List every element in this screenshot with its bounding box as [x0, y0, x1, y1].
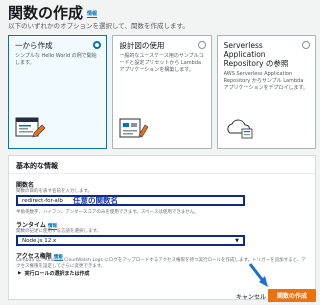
function-name-rule: 半角英数字、ハイフン、アンダースコアのみを使用できます。スペースは使用できません… — [16, 210, 199, 215]
create-function-button[interactable]: 関数の作成 — [268, 289, 316, 302]
option-use-blueprint[interactable]: 設計図の使用 一般的なユースケース用のサンプルコードと設定プリセットから Lam… — [112, 35, 212, 149]
function-name-hint: 関数の目的を表す名前を入力します。 — [16, 189, 93, 194]
radio-unselected[interactable] — [197, 41, 206, 49]
info-link[interactable]: 情報 — [87, 11, 98, 18]
runtime-value: Node.js 12.x — [22, 237, 57, 244]
function-name-input[interactable]: redirect-for-alb — [16, 195, 245, 206]
code-editor-icon — [15, 117, 46, 138]
option-browse-serverless-repo[interactable]: Serverless Application Repository の参照 AW… — [216, 35, 316, 149]
expander-label: 実行ロールの選択または作成 — [24, 271, 90, 277]
option-title: Serverless Application Repository の参照 — [223, 41, 289, 68]
option-author-from-scratch[interactable]: 一から作成 シンプルな Hello World の例で開始します。 — [8, 35, 108, 149]
page-subtitle: 以下のいずれかのオプションを選択して、関数を作成します。 — [8, 22, 189, 30]
panel-header: 基本的な情報 — [9, 156, 315, 174]
option-description: シンプルな Hello World の例で開始します。 — [15, 53, 97, 66]
execution-role-expander[interactable]: ▶ 実行ロールの選択または作成 — [18, 270, 89, 277]
option-description: 一般的なユースケース用のサンプルコードと設定プリセットから Lambda アプリ… — [119, 53, 204, 73]
option-title: 設計図の使用 — [119, 41, 165, 50]
cancel-button[interactable]: キャンセル — [236, 292, 266, 301]
runtime-hint: 関数の記述に使用する言語を選択します。 — [16, 229, 102, 234]
blueprint-icon — [119, 118, 149, 138]
cloud-repository-icon — [227, 119, 253, 139]
arrow-pointer-icon — [248, 263, 268, 287]
function-name-value: redirect-for-alb — [22, 197, 63, 204]
option-description: AWS Serverless Application Repository から… — [223, 71, 309, 91]
function-name-annotation: 任意の関数名 — [73, 196, 118, 205]
runtime-select[interactable]: Node.js 12.x ▼ — [16, 235, 245, 246]
option-title: 一から作成 — [15, 41, 53, 50]
caret-down-icon: ▼ — [235, 237, 239, 244]
creation-options: 一から作成 シンプルな Hello World の例で開始します。 設計図の使用… — [8, 35, 316, 149]
radio-unselected[interactable] — [301, 41, 310, 49]
caret-right-icon: ▶ — [18, 271, 22, 276]
